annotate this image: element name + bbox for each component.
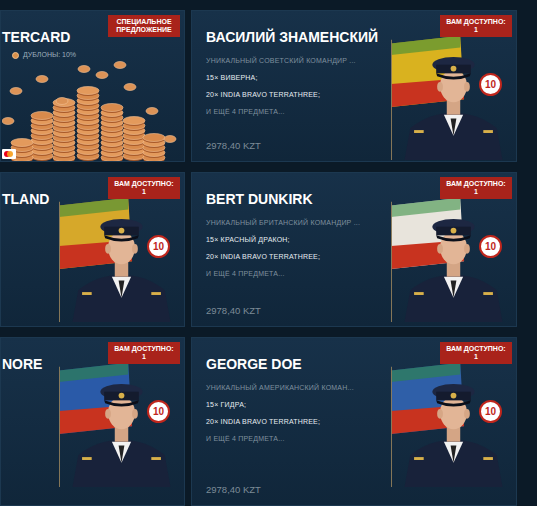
commander-info: NORE (1, 338, 59, 505)
availability-badge: ВАМ ДОСТУПНО: 1 (440, 177, 512, 199)
commander-portrait-icon (59, 356, 184, 488)
level-badge: 10 (479, 73, 502, 96)
bundle-item: УНИКАЛЬНЫЙ БРИТАНСКИЙ КОМАНДИР ... (206, 218, 387, 227)
bundle-item: 20× INDIA BRAVO TERRATHREE; (206, 90, 387, 99)
bundle-item: И ЕЩЁ 4 ПРЕДМЕТА... (206, 434, 387, 443)
commander-info: BERT DUNKIRK УНИКАЛЬНЫЙ БРИТАНСКИЙ КОМАНД… (192, 173, 391, 326)
commander-card[interactable]: ВАМ ДОСТУПНО: 1 NORE 10 (0, 337, 185, 506)
level-badge: 10 (479, 400, 502, 423)
availability-badge: ВАМ ДОСТУПНО: 1 (440, 15, 512, 37)
commander-name: GEORGE DOE (206, 356, 387, 373)
availability-badge: ВАМ ДОСТУПНО: 1 (440, 342, 512, 364)
store-grid: СПЕЦИАЛЬНОЕ ПРЕДЛОЖЕНИЕTERCARDДУБЛОНЫ: 1… (0, 0, 537, 506)
bundle-item: 20× INDIA BRAVO TERRATHREE; (206, 252, 387, 261)
commander-card[interactable]: ВАМ ДОСТУПНО: 1 BERT DUNKIRK УНИКАЛЬНЫЙ БР… (191, 172, 517, 327)
commander-portrait-icon (391, 29, 516, 161)
commander-name: ВАСИЛИЙ ЗНАМЕНСКИЙ (206, 29, 387, 46)
bundle-item: И ЕЩЁ 4 ПРЕДМЕТА... (206, 107, 387, 116)
commander-portrait-icon (391, 191, 516, 323)
offer-bonus: ДУБЛОНЫ: 10% (2, 50, 180, 61)
offer-bonus-text: ДУБЛОНЫ: 10% (23, 50, 76, 61)
bundle-item: 15× ВИВЕРНА; (206, 73, 387, 82)
coins-picture (2, 61, 180, 161)
commander-portrait-icon (59, 191, 184, 323)
doubloon-icon (12, 52, 19, 59)
level-badge: 10 (147, 235, 170, 258)
commander-card[interactable]: ВАМ ДОСТУПНО: 1 GEORGE DOE УНИКАЛЬНЫЙ АМЕР… (191, 337, 517, 506)
level-badge: 10 (147, 400, 170, 423)
commander-name: TLAND (2, 191, 55, 208)
availability-badge: ВАМ ДОСТУПНО: 1 (108, 342, 180, 364)
commander-card[interactable]: ВАМ ДОСТУПНО: 1 TLAND 10 (0, 172, 185, 327)
doubloons-icon (2, 61, 182, 161)
commander-info: GEORGE DOE УНИКАЛЬНЫЙ АМЕРИКАНСКИЙ КОМАН.… (192, 338, 391, 505)
bundle-item: И ЕЩЁ 4 ПРЕДМЕТА... (206, 269, 387, 278)
bundle-item: УНИКАЛЬНЫЙ АМЕРИКАНСКИЙ КОМАН... (206, 383, 387, 392)
commander-name: NORE (2, 356, 55, 373)
availability-badge: ВАМ ДОСТУПНО: 1 (108, 177, 180, 199)
mastercard-icon (2, 149, 16, 159)
bundle-item: 20× INDIA BRAVO TERRATHREE; (206, 417, 387, 426)
commander-portrait-icon (391, 356, 516, 488)
commander-name: BERT DUNKIRK (206, 191, 387, 208)
price: 2978,40 KZT (206, 135, 387, 153)
bundle-item: УНИКАЛЬНЫЙ СОВЕТСКИЙ КОМАНДИР ... (206, 56, 387, 65)
commander-info: ВАСИЛИЙ ЗНАМЕНСКИЙ УНИКАЛЬНЫЙ СОВЕТСКИЙ К… (192, 11, 391, 161)
price: 2978,40 KZT (206, 300, 387, 318)
availability-badge: СПЕЦИАЛЬНОЕ ПРЕДЛОЖЕНИЕ (108, 15, 180, 37)
commander-info: TLAND (1, 173, 59, 326)
bundle-item: 15× КРАСНЫЙ ДРАКОН; (206, 235, 387, 244)
level-badge: 10 (479, 235, 502, 258)
bundle-item: 15× ГИДРА; (206, 400, 387, 409)
price: 2978,40 KZT (206, 479, 387, 497)
commander-card[interactable]: ВАМ ДОСТУПНО: 1 ВАСИЛИЙ ЗНАМЕНСКИЙ УНИКАЛЬ… (191, 10, 517, 162)
offer-card[interactable]: СПЕЦИАЛЬНОЕ ПРЕДЛОЖЕНИЕTERCARDДУБЛОНЫ: 1… (0, 10, 185, 162)
